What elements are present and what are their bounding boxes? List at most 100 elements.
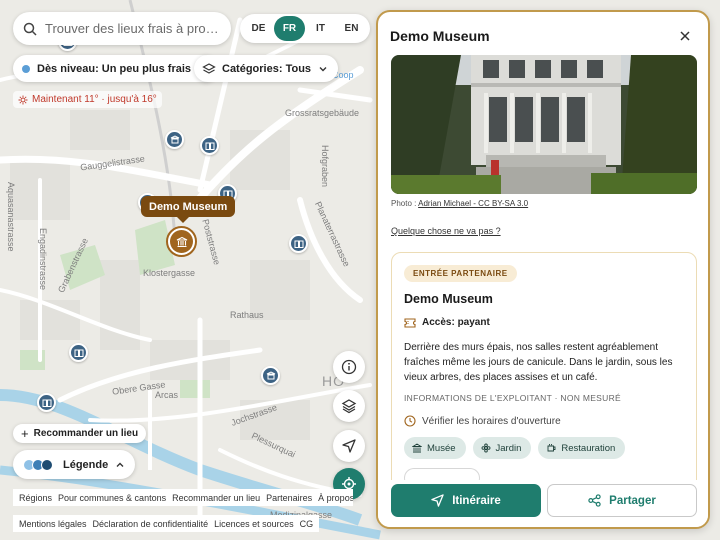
recommend-place-button[interactable]: + Recommander un lieu xyxy=(13,424,147,443)
photo-credit-prefix: Photo : xyxy=(391,199,417,208)
navigation-arrow-icon xyxy=(431,494,444,507)
tag-museum[interactable]: Musée xyxy=(404,437,466,459)
report-issue-link[interactable]: Quelque chose ne va pas ? xyxy=(391,226,501,236)
partner-badge: ENTRÉE PARTENAIRE xyxy=(404,265,517,282)
access-info: Accès: payant xyxy=(404,317,490,328)
category-tags: Musée Jardin Restauration xyxy=(404,437,632,459)
museum-icon xyxy=(412,443,422,453)
close-button[interactable] xyxy=(676,27,694,45)
place-description: Derrière des murs épais, nos salles rest… xyxy=(404,342,673,383)
book-icon xyxy=(42,399,51,407)
card-title: Demo Museum xyxy=(404,292,493,306)
poi-pin-library[interactable] xyxy=(200,136,219,155)
panel-title: Demo Museum xyxy=(390,28,490,44)
footer-link[interactable]: Licences et sources xyxy=(214,519,294,529)
hours-label: Vérifier les horaires d'ouverture xyxy=(422,415,561,427)
lang-de-button[interactable]: DE xyxy=(243,16,274,41)
navigation-arrow-icon xyxy=(342,439,356,453)
footer-link[interactable]: Mentions légales xyxy=(19,519,87,529)
tag-food[interactable]: Restauration xyxy=(538,437,626,459)
weather-text: Maintenant 11° · jusqu'à 16° xyxy=(32,94,157,105)
categories-filter-label: Catégories: Tous xyxy=(222,62,312,75)
level-filter-label: Dès niveau: Un peu plus frais xyxy=(37,62,192,75)
level-filter-dropdown[interactable]: Dès niveau: Un peu plus frais xyxy=(13,55,219,82)
navigate-button[interactable] xyxy=(333,430,365,462)
share-icon xyxy=(588,494,601,507)
poi-pin-library[interactable] xyxy=(37,393,56,412)
lang-en-button[interactable]: EN xyxy=(336,16,367,41)
close-icon xyxy=(680,31,690,41)
poi-pin-museum[interactable] xyxy=(165,130,184,149)
footer-nav: Régions Pour communes & cantons Recomman… xyxy=(13,489,353,506)
share-label: Partager xyxy=(609,494,656,507)
book-icon xyxy=(74,349,83,357)
panel-actions: Itinéraire Partager xyxy=(378,480,708,527)
tag-label: Restauration xyxy=(561,442,616,454)
chevron-down-icon xyxy=(319,66,327,71)
sun-icon xyxy=(18,95,28,104)
lang-fr-button[interactable]: FR xyxy=(274,16,305,41)
clock-icon xyxy=(404,415,416,427)
weather-indicator: Maintenant 11° · jusqu'à 16° xyxy=(13,91,162,108)
selected-place-tooltip[interactable]: Demo Museum xyxy=(141,196,236,223)
layers-button[interactable] xyxy=(333,390,365,422)
level-color-dot xyxy=(22,64,30,73)
cup-icon xyxy=(547,444,556,452)
street-label: Klostergasse xyxy=(143,268,196,278)
poi-pin-library[interactable] xyxy=(69,343,88,362)
street-label: Grossratsgebäude xyxy=(285,108,360,118)
recommend-label: Recommander un lieu xyxy=(33,428,139,439)
operator-info-heading: INFORMATIONS DE L'EXPLOITANT · NON MESUR… xyxy=(404,393,622,403)
info-button[interactable] xyxy=(333,351,365,383)
street-label: Hofgraben xyxy=(320,145,330,188)
legend-button[interactable]: Légende xyxy=(13,450,136,479)
plus-icon: + xyxy=(21,426,29,441)
layers-icon xyxy=(202,62,216,74)
poi-pin-museum[interactable] xyxy=(261,366,280,385)
search-bar[interactable]: Trouver des lieux frais à proximité ... xyxy=(13,12,231,45)
footer-link[interactable]: Régions xyxy=(19,493,52,503)
book-icon xyxy=(294,240,303,248)
info-icon xyxy=(341,359,357,375)
footer-link[interactable]: Pour communes & cantons xyxy=(58,493,166,503)
route-label: Itinéraire xyxy=(452,494,501,507)
categories-filter-dropdown[interactable]: Catégories: Tous xyxy=(194,55,339,82)
footer-link[interactable]: Partenaires xyxy=(266,493,312,503)
footer-link[interactable]: Recommander un lieu xyxy=(172,493,260,503)
tag-label: Jardin xyxy=(495,442,522,454)
selected-place-pin[interactable] xyxy=(166,226,197,257)
footer-legal: Mentions légales Déclaration de confiden… xyxy=(13,515,320,532)
search-icon xyxy=(23,22,37,36)
museum-icon xyxy=(170,134,179,143)
legend-label: Légende xyxy=(63,458,109,471)
museum-icon xyxy=(170,230,193,253)
photo-credit-link[interactable]: Adrian Michael - CC BY-SA 3.0 xyxy=(418,199,528,208)
opening-hours-link[interactable]: Vérifier les horaires d'ouverture xyxy=(404,415,561,427)
layers-icon xyxy=(341,399,357,414)
place-detail-panel: Demo Museum Photo : Adrian Michael - CC … xyxy=(376,10,710,529)
language-switcher: DE FR IT EN xyxy=(240,14,370,43)
museum-icon xyxy=(266,370,275,379)
street-label: Rathaus xyxy=(230,310,264,320)
book-icon xyxy=(205,142,214,150)
ticket-icon xyxy=(404,317,416,328)
street-label: Arcas xyxy=(155,390,179,400)
legend-dot xyxy=(41,458,53,471)
place-photo xyxy=(391,55,697,194)
footer-link[interactable]: À propos xyxy=(318,493,353,503)
access-label: Accès: payant xyxy=(422,317,490,328)
tag-label: Musée xyxy=(427,442,456,454)
poi-pin-library[interactable] xyxy=(289,234,308,253)
chevron-up-icon xyxy=(116,462,124,467)
footer-link[interactable]: CG xyxy=(300,519,314,529)
search-input[interactable]: Trouver des lieux frais à proximité ... xyxy=(45,21,220,36)
lang-it-button[interactable]: IT xyxy=(305,16,336,41)
share-button[interactable]: Partager xyxy=(547,484,697,517)
route-button[interactable]: Itinéraire xyxy=(391,484,541,517)
partner-card: ENTRÉE PARTENAIRE Demo Museum Accès: pay… xyxy=(391,252,697,492)
photo-credit: Photo : Adrian Michael - CC BY-SA 3.0 xyxy=(391,199,528,208)
street-label: Engadinstrasse xyxy=(38,228,48,291)
footer-link[interactable]: Déclaration de confidentialité xyxy=(93,519,209,529)
flower-icon xyxy=(481,443,490,453)
tag-garden[interactable]: Jardin xyxy=(472,437,532,459)
